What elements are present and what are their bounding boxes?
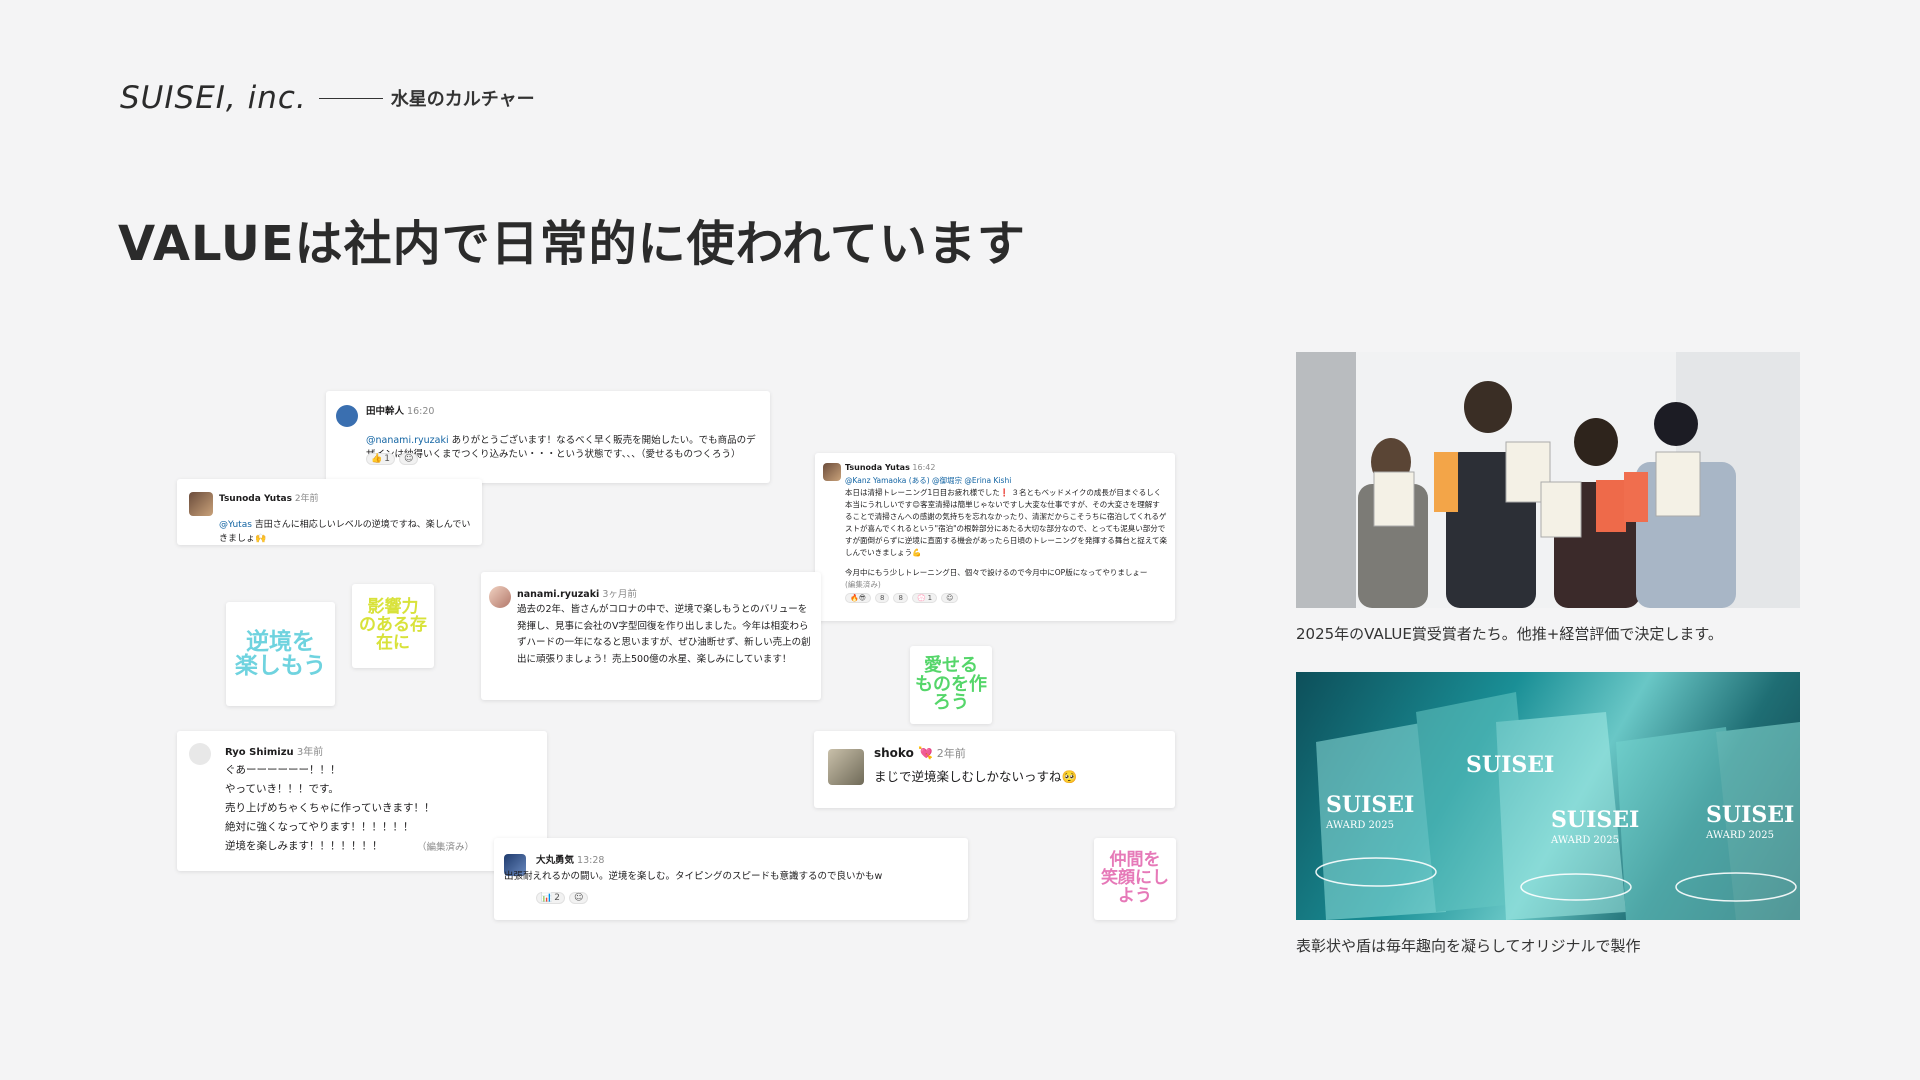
avatar <box>823 463 841 481</box>
sticker-text: 逆境を 楽しもう <box>234 628 327 679</box>
reaction-emoji: 🔥😎 <box>850 594 867 602</box>
message-card-omaru: 大丸勇気 13:28 出張耐えれるかの闘い。逆境を楽しむ。タイピングのスピードも… <box>494 838 968 920</box>
sticker-aiseru: 愛せる ものを作ろう <box>910 646 992 724</box>
reaction-emoji: 👍 <box>371 454 383 464</box>
mentions[interactable]: @Kanz Yamaoka (ある) @御堀宗 @Erina Kishi <box>845 475 1011 486</box>
message-time: 13:28 <box>577 855 605 866</box>
message-body: @Yutas 吉田さんに相応しいレベルの逆境ですね、楽しんでいきましょ🙌 <box>219 505 474 547</box>
message-time: 2年前 <box>294 494 319 504</box>
award-winners-caption: 2025年のVALUE賞受賞者たち。他推+経営評価で決定します。 <box>1296 625 1723 643</box>
avatar <box>489 586 511 608</box>
message-time: 2年前 <box>936 747 966 760</box>
reaction-count: 2 <box>554 893 560 903</box>
avatar <box>336 405 358 427</box>
trophies-illustration: SUISEI SUISEI SUISEI SUISEI AWARD 2025 A… <box>1315 692 1800 920</box>
sticker-nakama: 仲間を 笑顔にしよう <box>1094 838 1176 920</box>
reaction-fire[interactable]: 🔥😎 <box>845 593 872 603</box>
message-text: ぐあーーーーーー！！！ やっていき！！！です。 売り上げめちゃくちゃに作っていき… <box>225 764 435 852</box>
mention[interactable]: @Yutas <box>219 520 252 530</box>
reaction-count: 1 <box>384 454 390 464</box>
trophies-caption: 表彰状や盾は毎年趣向を凝らしてオリジナルで製作 <box>1296 937 1641 955</box>
avatar <box>828 749 864 785</box>
message-card-tanaka: 田中幹人 16:20 @nanami.ryuzaki ありがとうございます！なる… <box>326 391 770 483</box>
reactions: 👍 1 ☺ <box>366 453 419 465</box>
header: SUISEI, inc. 水星のカルチャー <box>120 80 535 116</box>
trophy-award: AWARD 2025 <box>1325 820 1394 831</box>
avatar <box>189 743 211 765</box>
message-time: 3年前 <box>296 747 324 758</box>
avatar <box>189 492 213 516</box>
reaction-emoji: 📊 <box>541 893 553 903</box>
sticker-text: 愛せる ものを作ろう <box>915 654 987 714</box>
trophy-brand: SUISEI <box>1706 802 1794 828</box>
message-card-tsunoda-1: Tsunoda Yutas 2年前 @Yutas 吉田さんに相応しいレベルの逆境… <box>177 479 482 545</box>
message-card-tsunoda-2: Tsunoda Yutas 16:42 @Kanz Yamaoka (ある) @… <box>815 453 1175 621</box>
trophies-photo: SUISEI SUISEI SUISEI SUISEI AWARD 2025 A… <box>1296 672 1800 920</box>
section-title: 水星のカルチャー <box>390 89 535 110</box>
message-text: 本日は清掃トレーニング1日目お疲れ様でした❗ ３名ともベッドメイクの成長が目まぐ… <box>845 488 1167 557</box>
message-author: Tsunoda Yutas <box>219 494 292 504</box>
reaction-emoji: 8 <box>880 594 885 602</box>
reaction-count: 1 <box>927 594 933 602</box>
reaction-custom[interactable]: 8 <box>875 593 890 603</box>
message-body: @nanami.ryuzaki ありがとうございます！なるべく早く販売を開始した… <box>366 419 760 463</box>
award-winners-photo <box>1296 352 1800 608</box>
sticker-gyakkyo: 逆境を 楽しもう <box>226 602 335 706</box>
trophy-brand: SUISEI <box>1466 752 1554 778</box>
message-card-ryo: Ryo Shimizu 3年前 ぐあーーーーーー！！！ やっていき！！！です。 … <box>177 731 547 871</box>
sticker-text: 影響力 のある存在に <box>359 597 427 653</box>
message-card-nanami: nanami.ryuzaki 3ヶ月前 過去の2年、皆さんがコロナの中で、逆境で… <box>481 572 821 700</box>
message-text: 吉田さんに相応しいレベルの逆境ですね、楽しんでいきましょ🙌 <box>219 519 471 544</box>
message-text: 過去の2年、皆さんがコロナの中で、逆境で楽しもうとのバリューを発揮し、見事に会社… <box>517 604 811 665</box>
reaction-custom[interactable]: 8 <box>893 593 908 603</box>
message-author: Tsunoda Yutas <box>845 463 910 472</box>
message-time: 3ヶ月前 <box>602 589 637 600</box>
add-reaction-icon[interactable]: ☺ <box>398 453 419 465</box>
reaction-emoji: 8 <box>898 594 903 602</box>
reaction-flower[interactable]: 💮 1 <box>911 593 938 603</box>
reaction-chart[interactable]: 📊 2 <box>536 892 565 904</box>
message-time: 16:20 <box>407 406 435 417</box>
message-author: 田中幹人 <box>366 406 405 417</box>
trophy-award: AWARD 2025 <box>1705 830 1774 841</box>
reaction-emoji: 💮 <box>916 594 926 602</box>
message-author: 大丸勇気 <box>536 855 575 866</box>
message-time: 16:42 <box>912 463 936 472</box>
reactions: 📊 2 ☺ <box>536 892 589 904</box>
divider-line <box>318 97 383 99</box>
message-text-2: 今月中にもう少しトレーニング日、個々で設けるので今月中にOP版になってやりましょ… <box>845 568 1148 577</box>
reactions: 🔥😎 8 8 💮 1 ☺ <box>845 593 959 603</box>
add-reaction-icon[interactable]: ☺ <box>568 892 589 904</box>
add-reaction-icon[interactable]: ☺ <box>941 593 959 603</box>
trophy-brand: SUISEI <box>1551 807 1639 833</box>
message-text: 出張耐えれるかの闘い。逆境を楽しむ。タイピングのスピードも意識するので良いかもw <box>504 871 883 882</box>
message-author: shoko 💘 <box>874 746 933 760</box>
page-title: VALUEは社内で日常的に使われています <box>118 216 1026 272</box>
reaction-thumbs-up[interactable]: 👍 1 <box>366 453 395 465</box>
sticker-eikyo: 影響力 のある存在に <box>352 584 434 668</box>
message-card-shoko: shoko 💘 2年前 まじで逆境楽しむしかないっすね🥺 <box>814 731 1175 808</box>
mention[interactable]: @nanami.ryuzaki <box>366 435 449 446</box>
edited-label: （編集済み） <box>417 842 475 853</box>
trophy-award: AWARD 2025 <box>1550 835 1619 846</box>
message-author: nanami.ryuzaki <box>517 589 600 600</box>
sticker-text: 仲間を 笑顔にしよう <box>1101 850 1169 906</box>
message-author: Ryo Shimizu <box>225 747 294 758</box>
message-text: まじで逆境楽しむしかないっすね🥺 <box>874 769 1078 784</box>
company-logo: SUISEI, inc. <box>120 80 307 116</box>
edited-label: (編集済み) <box>845 580 881 589</box>
trophy-brand: SUISEI <box>1326 792 1414 818</box>
award-winners-illustration <box>1296 352 1800 608</box>
